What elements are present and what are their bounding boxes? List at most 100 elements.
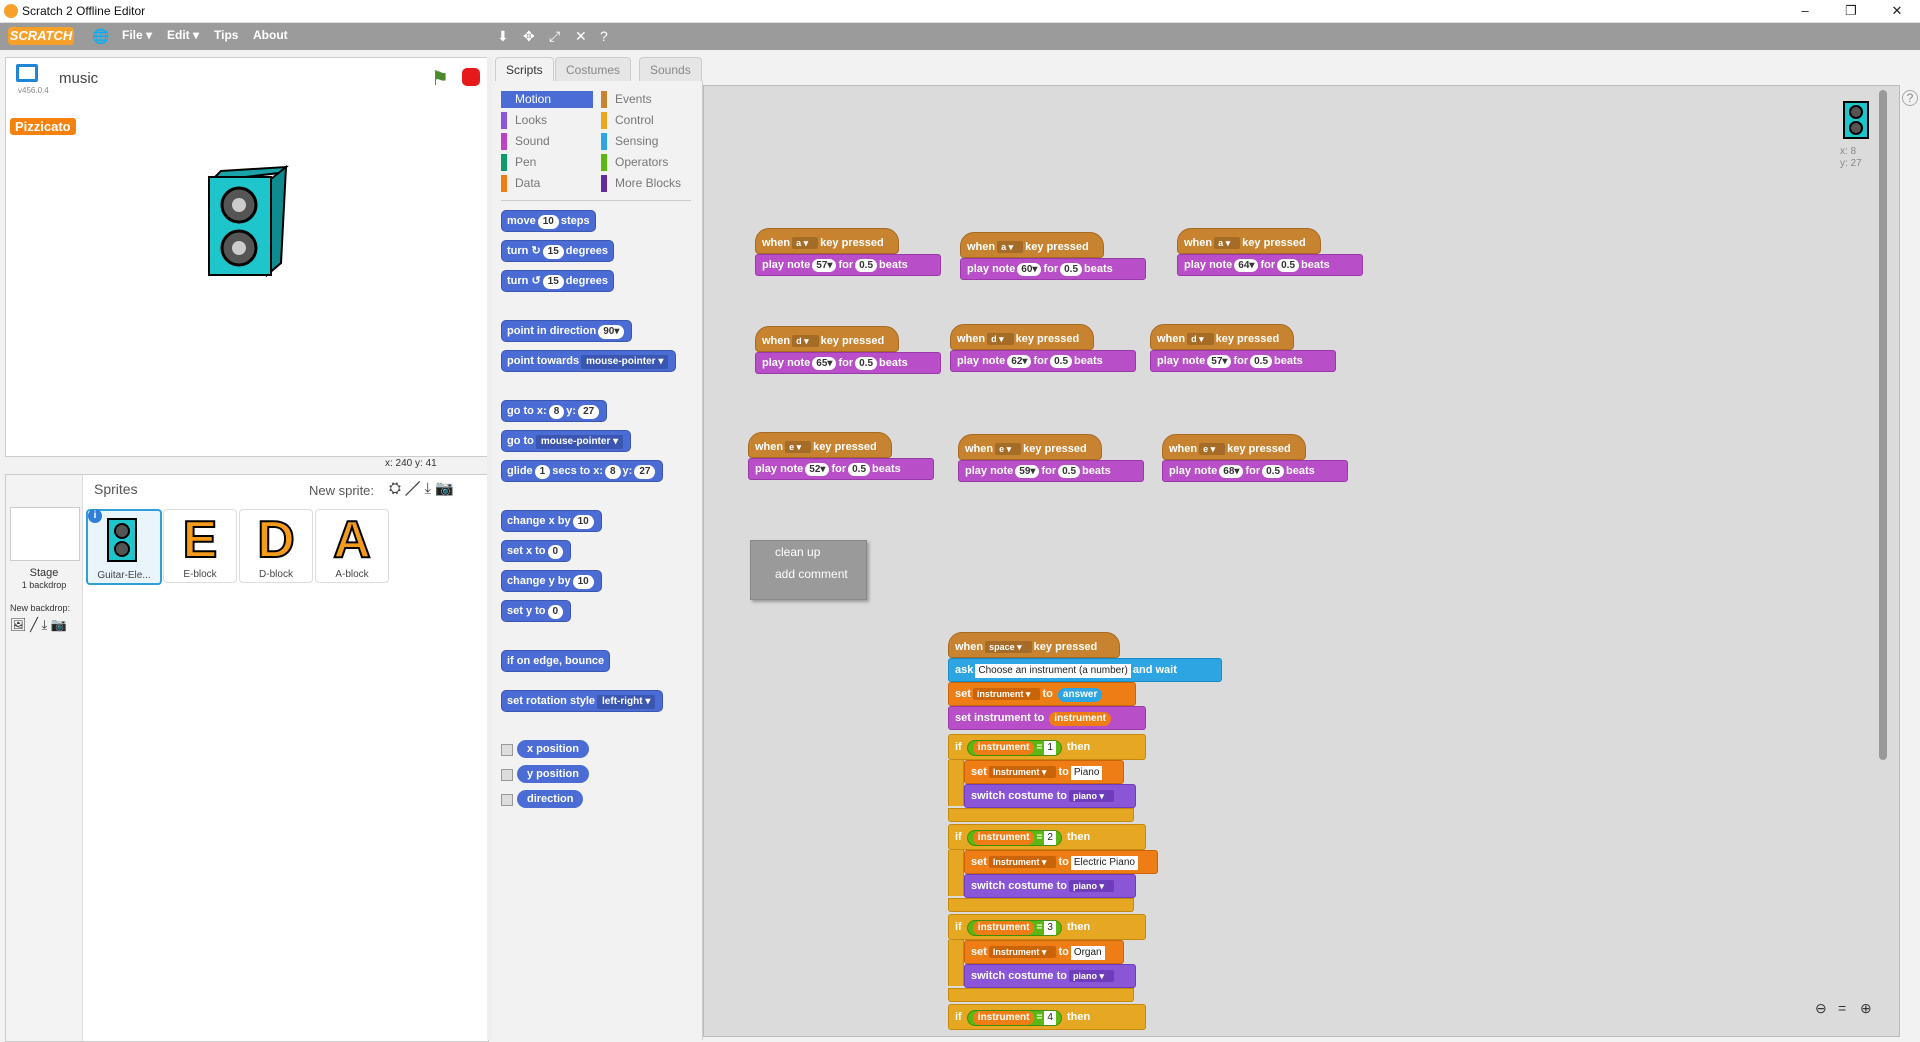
scripts-scrollbar[interactable] [1879, 90, 1887, 760]
category-control[interactable]: Control [601, 112, 691, 129]
if-block-1[interactable]: if instrument = 2 then set Instrument ▾ to Ele… [948, 824, 1158, 912]
category-data[interactable]: Data [501, 175, 581, 192]
maximize-button[interactable]: ❐ [1828, 0, 1874, 22]
key-script-8[interactable]: when e ▾ key pressed play note 68▾ for 0.5 beat… [1162, 434, 1348, 482]
block-play-note[interactable]: play note 68▾ for 0.5 beats [1162, 460, 1348, 482]
block-play-note[interactable]: play note 62▾ for 0.5 beats [950, 350, 1136, 372]
cut-icon[interactable]: ✥ [523, 28, 535, 45]
help-icon[interactable]: ? [600, 28, 608, 44]
edit-menu[interactable]: Edit ▾ [167, 28, 199, 42]
sprite-tile-e-block[interactable]: E E-block [163, 509, 237, 583]
shrink-icon[interactable]: ✕ [575, 28, 587, 45]
grow-icon[interactable]: ⤢ [549, 28, 560, 45]
if-block-0[interactable]: if instrument = 1 then set Instrument ▾ to Pia… [948, 734, 1146, 822]
menu-add-comment[interactable]: add comment [751, 563, 866, 585]
hat-when-key[interactable]: when a ▾ key pressed [960, 232, 1104, 258]
block-set-x[interactable]: set x to 0 [501, 540, 572, 562]
tab-scripts[interactable]: Scripts [495, 57, 554, 82]
panel-divider[interactable] [487, 57, 492, 1040]
reporter-x-position[interactable]: x position [517, 740, 589, 758]
file-menu[interactable]: File ▾ [122, 28, 152, 42]
key-script-3[interactable]: when d ▾ key pressed play note 65▾ for 0.5 beat… [755, 326, 941, 374]
minimize-button[interactable]: – [1782, 0, 1828, 22]
block-set-instrument-name[interactable]: set Instrument ▾ to Organ [964, 940, 1124, 964]
info-icon[interactable]: i [88, 509, 102, 523]
block-change-y[interactable]: change y by 10 [501, 570, 602, 592]
category-operators[interactable]: Operators [601, 154, 691, 171]
block-set-y[interactable]: set y to 0 [501, 600, 572, 622]
key-script-2[interactable]: when a ▾ key pressed play note 64▾ for 0.5 beat… [1177, 228, 1363, 276]
block-go-to[interactable]: go to mouse-pointer ▾ [501, 430, 632, 452]
category-pen[interactable]: Pen [501, 154, 581, 171]
hat-when-key[interactable]: when d ▾ key pressed [755, 326, 899, 352]
category-looks[interactable]: Looks [501, 112, 581, 129]
category-more-blocks[interactable]: More Blocks [601, 175, 691, 192]
duplicate-icon[interactable]: ⬇ [497, 28, 509, 45]
block-play-note[interactable]: play note 57▾ for 0.5 beats [755, 254, 941, 276]
close-button[interactable]: ✕ [1874, 0, 1920, 22]
globe-icon[interactable]: 🌐 [92, 28, 109, 45]
block-switch-costume[interactable]: switch costume to piano ▾ [964, 784, 1136, 808]
key-script-1[interactable]: when a ▾ key pressed play note 60▾ for 0.5 beat… [960, 232, 1146, 280]
if-header[interactable]: if instrument = 1 then [948, 734, 1146, 760]
reporter-y-position[interactable]: y position [517, 765, 589, 783]
key-script-5[interactable]: when d ▾ key pressed play note 57▾ for 0.5 beat… [1150, 324, 1336, 372]
y-position-checkbox[interactable] [501, 769, 513, 781]
backdrop-tools[interactable]: 🖼 ╱ ⤓ 📷 [10, 617, 67, 633]
hat-when-key[interactable]: when d ▾ key pressed [950, 324, 1094, 350]
tab-costumes[interactable]: Costumes [555, 57, 632, 82]
sprite-tile-d-block[interactable]: D D-block [239, 509, 313, 583]
block-turn-ccw[interactable]: turn ↺ 15 degrees [501, 270, 614, 292]
scratch-logo[interactable]: SCRATCH [8, 27, 74, 45]
if-header[interactable]: if instrument = 4 then [948, 1004, 1146, 1030]
main-script[interactable]: when space ▾ key pressed ask Choose an inst… [948, 632, 1222, 730]
block-rotation-style[interactable]: set rotation style left-right ▾ [501, 690, 664, 712]
new-sprite-tools[interactable]: ⛭ ╱ ⤓ 📷 [389, 479, 454, 497]
block-move[interactable]: move 10 steps [501, 210, 596, 232]
block-set-var[interactable]: set instrument ▾ to answer [948, 682, 1136, 706]
block-play-note[interactable]: play note 52▾ for 0.5 beats [748, 458, 934, 480]
block-change-x[interactable]: change x by 10 [501, 510, 602, 532]
hat-when-key[interactable]: when d ▾ key pressed [1150, 324, 1294, 350]
category-sound[interactable]: Sound [501, 133, 581, 150]
block-go-to-xy[interactable]: go to x: 8 y: 27 [501, 400, 608, 422]
block-play-note[interactable]: play note 60▾ for 0.5 beats [960, 258, 1146, 280]
key-script-7[interactable]: when e ▾ key pressed play note 59▾ for 0.5 beat… [958, 434, 1144, 482]
variable-monitor[interactable]: Pizzicato [10, 118, 76, 135]
key-script-0[interactable]: when a ▾ key pressed play note 57▾ for 0.5 beat… [755, 228, 941, 276]
if-header[interactable]: if instrument = 3 then [948, 914, 1146, 940]
block-glide[interactable]: glide 1 secs to x: 8 y: 27 [501, 460, 664, 482]
block-bounce[interactable]: if on edge, bounce [501, 650, 611, 672]
hat-when-key[interactable]: when e ▾ key pressed [1162, 434, 1306, 460]
key-script-6[interactable]: when e ▾ key pressed play note 52▾ for 0.5 beat… [748, 432, 934, 480]
if-header[interactable]: if instrument = 2 then [948, 824, 1146, 850]
sprite-tile-a-block[interactable]: A A-block [315, 509, 389, 583]
block-set-instrument-name[interactable]: set Instrument ▾ to Piano [964, 760, 1124, 784]
key-script-4[interactable]: when d ▾ key pressed play note 62▾ for 0.5 beat… [950, 324, 1136, 372]
hat-when-key[interactable]: when e ▾ key pressed [958, 434, 1102, 460]
zoom-reset-icon[interactable]: = [1838, 1000, 1846, 1016]
block-play-note[interactable]: play note 65▾ for 0.5 beats [755, 352, 941, 374]
block-switch-costume[interactable]: switch costume to piano ▾ [964, 874, 1136, 898]
hat-when-space[interactable]: when space ▾ key pressed [948, 632, 1120, 658]
block-set-instrument[interactable]: set instrument to instrument [948, 706, 1146, 730]
block-point-towards[interactable]: point towards mouse-pointer ▾ [501, 350, 677, 372]
project-title[interactable]: music [59, 70, 98, 87]
block-switch-costume[interactable]: switch costume to piano ▾ [964, 964, 1136, 988]
block-point-direction[interactable]: point in direction 90▾ [501, 320, 633, 342]
category-motion[interactable]: Motion [501, 91, 593, 108]
speaker-sprite[interactable] [201, 163, 291, 283]
hat-when-key[interactable]: when e ▾ key pressed [748, 432, 892, 458]
category-sensing[interactable]: Sensing [601, 133, 691, 150]
reporter-direction[interactable]: direction [517, 790, 584, 808]
stage-thumbnail[interactable] [10, 507, 80, 561]
green-flag-icon[interactable]: ⚑ [431, 66, 449, 91]
block-play-note[interactable]: play note 64▾ for 0.5 beats [1177, 254, 1363, 276]
zoom-in-icon[interactable]: ⊕ [1860, 1000, 1872, 1017]
hat-when-key[interactable]: when a ▾ key pressed [1177, 228, 1321, 254]
if-block-2[interactable]: if instrument = 3 then set Instrument ▾ to Org… [948, 914, 1146, 1002]
category-events[interactable]: Events [601, 91, 691, 108]
direction-checkbox[interactable] [501, 794, 513, 806]
block-turn-cw[interactable]: turn ↻ 15 degrees [501, 240, 614, 262]
stop-icon[interactable] [462, 68, 480, 86]
